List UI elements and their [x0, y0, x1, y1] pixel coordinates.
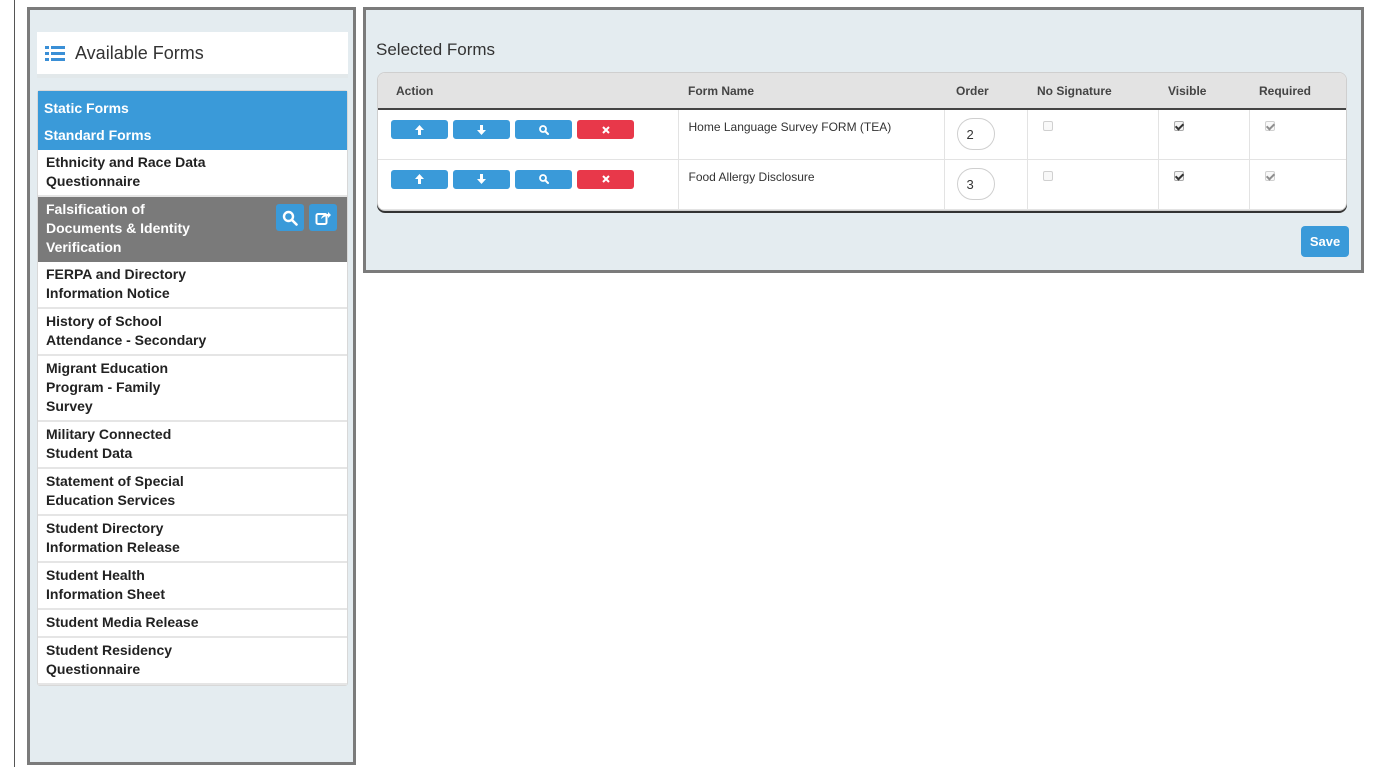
form-list-item[interactable]: History of School Attendance - Secondary [38, 309, 347, 356]
form-list-item[interactable]: Student Directory Information Release [38, 516, 347, 563]
visible-checkbox[interactable] [1173, 121, 1184, 131]
column-header-action: Action [378, 73, 678, 110]
required-cell [1249, 159, 1346, 210]
form-list-item-label: Student Media Release [46, 614, 199, 630]
order-cell: 3 [944, 159, 1028, 210]
form-name-cell: Food Allergy Disclosure [678, 159, 945, 210]
form-list-item[interactable]: Ethnicity and Race Data Questionnaire [38, 150, 347, 197]
form-list: Static Forms Standard Forms Ethnicity an… [37, 90, 348, 686]
form-list-item-label: FERPA and Directory Information Notice [46, 266, 187, 301]
order-input[interactable]: 3 [956, 167, 995, 200]
form-item-actions [276, 204, 337, 231]
available-forms-header: Available Forms [37, 32, 348, 78]
form-list-item-label: Student Health Information Sheet [46, 567, 166, 602]
form-list-item[interactable]: Student Health Information Sheet [38, 563, 347, 610]
form-list-item-label: Falsification of Documents & Identity Ve… [46, 201, 190, 255]
form-list-item-label: Statement of Special Education Services [46, 473, 184, 508]
close-icon [601, 125, 610, 134]
form-list-item-label: Migrant Education Program - Family Surve… [46, 360, 169, 414]
visible-cell [1158, 109, 1250, 160]
table-header-row: Action Form Name Order No Signature Visi… [378, 73, 1346, 110]
search-icon [282, 210, 298, 226]
table-row: Food Allergy Disclosure 3 [378, 159, 1346, 210]
order-input[interactable]: 2 [956, 118, 995, 150]
required-checkbox[interactable] [1264, 170, 1275, 181]
form-list-item-label: Ethnicity and Race Data Questionnaire [46, 154, 206, 189]
available-forms-title: Available Forms [75, 42, 204, 63]
form-list-item[interactable]: Military Connected Student Data [38, 422, 347, 469]
column-header-order: Order [944, 73, 1027, 110]
selected-forms-panel: Selected Forms Action Form Name Order No… [363, 7, 1364, 273]
list-icon [45, 45, 65, 61]
add-form-button[interactable] [309, 204, 337, 231]
move-down-button[interactable] [453, 169, 510, 189]
arrow-up-icon [415, 124, 424, 135]
arrow-down-icon [477, 174, 486, 184]
category-static-forms[interactable]: Static Forms [38, 91, 347, 121]
search-icon [538, 124, 549, 135]
form-list-item-label: Military Connected Student Data [46, 426, 172, 461]
no-signature-cell [1027, 109, 1159, 160]
column-header-form-name: Form Name [678, 73, 944, 110]
form-list-item-label: Student Directory Information Release [46, 520, 180, 555]
visible-checkbox[interactable] [1173, 170, 1184, 181]
column-header-visible: Visible [1158, 73, 1249, 110]
search-icon [538, 174, 549, 184]
move-down-button[interactable] [453, 120, 510, 139]
form-name-cell: Home Language Survey FORM (TEA) [678, 109, 945, 160]
form-list-item[interactable]: Student Media Release [38, 610, 347, 638]
preview-button[interactable] [515, 120, 572, 139]
column-header-required: Required [1249, 73, 1346, 110]
form-list-item[interactable]: Falsification of Documents & Identity Ve… [38, 197, 347, 262]
column-header-no-signature: No Signature [1027, 73, 1158, 110]
required-checkbox[interactable] [1264, 121, 1275, 131]
action-cell [378, 159, 679, 210]
required-cell [1249, 109, 1346, 160]
form-list-item[interactable]: FERPA and Directory Information Notice [38, 262, 347, 309]
no-signature-cell [1027, 159, 1159, 210]
move-up-button[interactable] [391, 169, 448, 189]
form-list-item[interactable]: Student Residency Questionnaire [38, 638, 347, 685]
available-forms-panel: Available Forms Static Forms Standard Fo… [27, 7, 356, 765]
close-icon [601, 175, 610, 183]
preview-button[interactable] [515, 169, 572, 189]
share-icon [315, 211, 331, 225]
form-list-item[interactable]: Statement of Special Education Services [38, 469, 347, 516]
selected-forms-table: Action Form Name Order No Signature Visi… [378, 73, 1346, 210]
form-list-item-label: History of School Attendance - Secondary [46, 313, 207, 348]
remove-button[interactable] [577, 120, 634, 139]
preview-form-button[interactable] [276, 204, 304, 231]
selected-forms-title: Selected Forms [376, 40, 496, 59]
arrow-up-icon [415, 174, 424, 184]
no-signature-checkbox[interactable] [1042, 170, 1053, 181]
remove-button[interactable] [577, 169, 634, 189]
table-row: Home Language Survey FORM (TEA) 2 [378, 109, 1346, 160]
selected-forms-table-container: Action Form Name Order No Signature Visi… [377, 72, 1347, 211]
no-signature-checkbox[interactable] [1042, 121, 1053, 131]
form-list-item-label: Student Residency Questionnaire [46, 642, 173, 677]
category-standard-forms[interactable]: Standard Forms [38, 121, 347, 150]
order-cell: 2 [944, 109, 1028, 160]
arrow-down-icon [477, 124, 486, 135]
save-button[interactable]: Save [1301, 226, 1349, 257]
form-list-item[interactable]: Migrant Education Program - Family Surve… [38, 356, 347, 422]
visible-cell [1158, 159, 1250, 210]
move-up-button[interactable] [391, 120, 448, 139]
action-cell [378, 109, 679, 160]
